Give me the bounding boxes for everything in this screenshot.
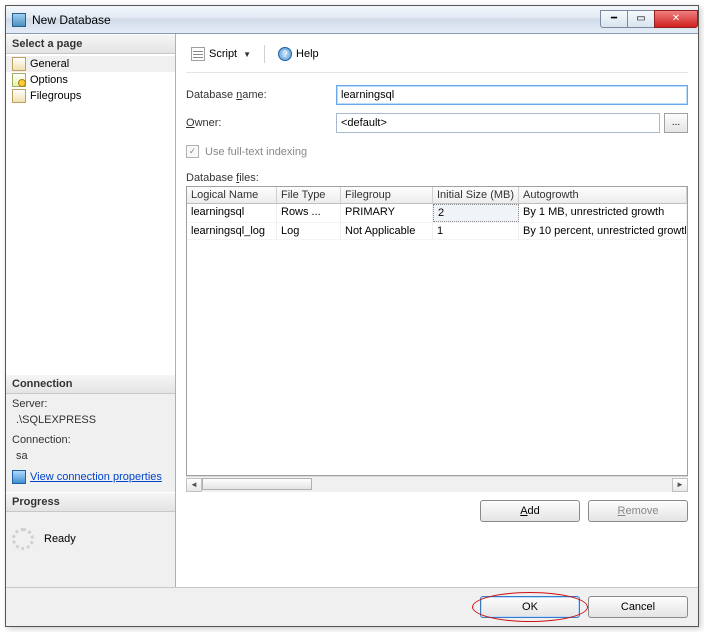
scroll-left-arrow[interactable]: ◄: [186, 478, 202, 492]
connection-header: Connection: [6, 374, 175, 394]
script-button[interactable]: Script ▼: [186, 44, 256, 64]
owner-input[interactable]: [336, 113, 660, 133]
page-general-icon: [12, 57, 26, 71]
window-controls: ━ ▭ ✕: [601, 10, 698, 30]
cancel-button[interactable]: Cancel: [588, 596, 688, 618]
dbname-input[interactable]: [336, 85, 688, 105]
app-icon: [12, 13, 26, 27]
progress-header: Progress: [6, 492, 175, 512]
page-list: General Options Filegroups: [6, 54, 175, 374]
script-label: Script: [209, 48, 237, 60]
titlebar[interactable]: New Database ━ ▭ ✕: [6, 6, 698, 34]
toolbar-separator: [264, 45, 265, 63]
page-options-icon: [12, 73, 26, 87]
fulltext-label: Use full-text indexing: [205, 146, 307, 158]
col-initial-size[interactable]: Initial Size (MB): [433, 187, 519, 204]
toolbar: Script ▼ ? Help: [186, 42, 688, 73]
fulltext-checkbox-row: ✓ Use full-text indexing: [186, 141, 688, 172]
window-title: New Database: [32, 13, 601, 27]
page-item-filegroups[interactable]: Filegroups: [6, 88, 175, 104]
grid-body: learningsql Rows ... PRIMARY 2 By 1 MB, …: [187, 204, 687, 475]
owner-browse-button[interactable]: ...: [664, 113, 688, 133]
col-autogrowth[interactable]: Autogrowth: [519, 187, 687, 204]
table-row[interactable]: learningsql Rows ... PRIMARY 2 By 1 MB, …: [187, 204, 687, 223]
cell-logical-name[interactable]: learningsql_log: [187, 223, 277, 239]
maximize-button[interactable]: ▭: [627, 10, 655, 28]
cell-initial-size[interactable]: 1: [433, 223, 519, 239]
add-button[interactable]: Add: [480, 500, 580, 522]
scroll-right-arrow[interactable]: ►: [672, 478, 688, 492]
cell-file-type[interactable]: Rows ...: [277, 204, 341, 222]
connection-properties-icon: [12, 470, 26, 484]
form-area: Database name: Owner: ... ✓ Use full-tex…: [186, 73, 688, 528]
remove-button: Remove: [588, 500, 688, 522]
page-item-general[interactable]: General: [6, 56, 175, 72]
new-database-dialog: New Database ━ ▭ ✕ Select a page General…: [5, 5, 699, 627]
link-text: View connection properties: [30, 471, 162, 483]
cell-file-type[interactable]: Log: [277, 223, 341, 239]
progress-spinner-icon: [12, 528, 34, 550]
cell-logical-name[interactable]: learningsql: [187, 204, 277, 222]
script-icon: [191, 47, 205, 61]
page-item-options[interactable]: Options: [6, 72, 175, 88]
progress-panel: Ready: [6, 512, 175, 566]
chevron-down-icon: ▼: [243, 50, 251, 59]
sidebar: Select a page General Options Filegroups: [6, 34, 176, 587]
page-filegroups-icon: [12, 89, 26, 103]
progress-status: Ready: [44, 533, 76, 545]
close-button[interactable]: ✕: [654, 10, 698, 28]
select-page-header: Select a page: [6, 34, 175, 54]
view-connection-properties-link[interactable]: View connection properties: [12, 470, 169, 484]
dbname-label: Database name:: [186, 89, 336, 101]
database-files-label: Database files:: [186, 172, 688, 184]
page-item-label: Filegroups: [30, 90, 81, 102]
dialog-button-bar: OK Cancel: [6, 587, 698, 626]
col-filegroup[interactable]: Filegroup: [341, 187, 433, 204]
connection-label: Connection:: [12, 434, 169, 446]
server-value: .\SQLEXPRESS: [16, 414, 169, 426]
grid-header: Logical Name File Type Filegroup Initial…: [187, 187, 687, 204]
fulltext-checkbox: ✓: [186, 145, 199, 158]
minimize-button[interactable]: ━: [600, 10, 628, 28]
cell-filegroup[interactable]: Not Applicable: [341, 223, 433, 239]
help-label: Help: [296, 48, 319, 60]
database-files-grid[interactable]: Logical Name File Type Filegroup Initial…: [186, 186, 688, 476]
page-item-label: Options: [30, 74, 68, 86]
cell-filegroup[interactable]: PRIMARY: [341, 204, 433, 222]
help-button[interactable]: ? Help: [273, 44, 324, 64]
help-icon: ?: [278, 47, 292, 61]
col-file-type[interactable]: File Type: [277, 187, 341, 204]
col-logical-name[interactable]: Logical Name: [187, 187, 277, 204]
scroll-track[interactable]: [202, 478, 672, 492]
connection-panel: Server: .\SQLEXPRESS Connection: sa View…: [6, 394, 175, 492]
cell-autogrowth[interactable]: By 1 MB, unrestricted growth: [519, 204, 687, 222]
content-panel: Script ▼ ? Help Database name:: [176, 34, 698, 587]
server-label: Server:: [12, 398, 169, 410]
page-item-label: General: [30, 58, 69, 70]
table-row[interactable]: learningsql_log Log Not Applicable 1 By …: [187, 223, 687, 240]
connection-value: sa: [16, 450, 169, 462]
owner-label: Owner:: [186, 117, 336, 129]
horizontal-scrollbar[interactable]: ◄ ►: [186, 476, 688, 492]
cell-initial-size[interactable]: 2: [433, 204, 519, 222]
ok-button[interactable]: OK: [480, 596, 580, 618]
cell-autogrowth[interactable]: By 10 percent, unrestricted growth: [519, 223, 687, 239]
scroll-thumb[interactable]: [202, 478, 312, 490]
